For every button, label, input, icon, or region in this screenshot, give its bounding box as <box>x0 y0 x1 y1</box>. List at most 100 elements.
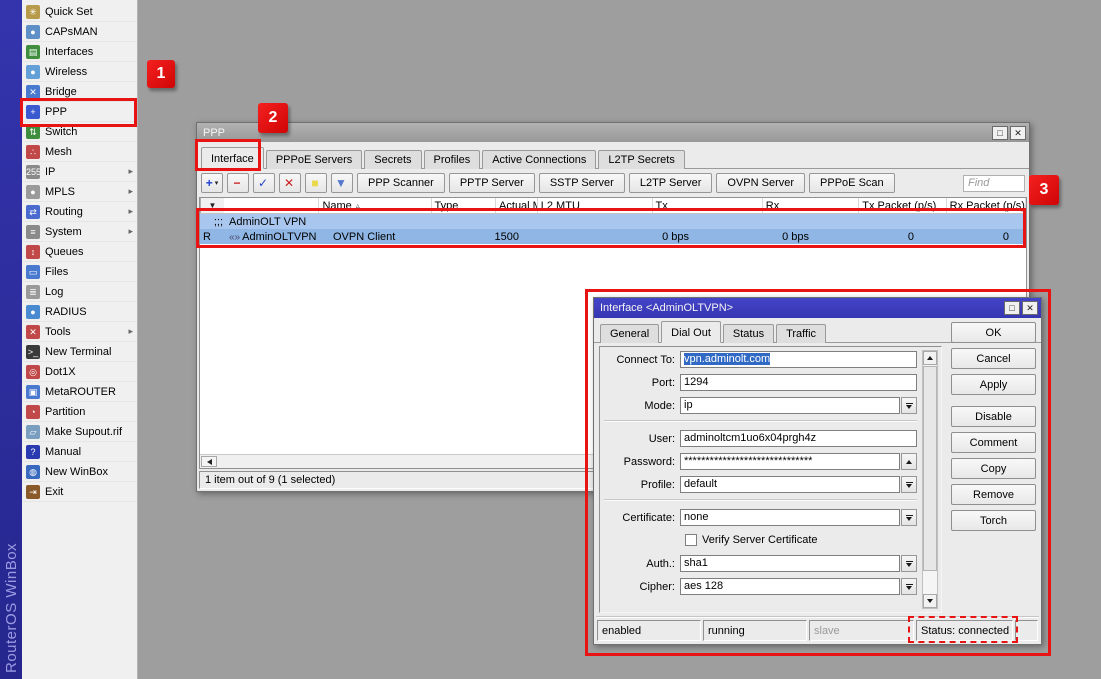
dropdown-arrow-icon[interactable] <box>901 509 917 526</box>
ppp-tab[interactable]: L2TP Secrets <box>598 150 684 169</box>
toolbar-button[interactable]: OVPN Server <box>716 173 805 193</box>
dialog-button[interactable]: Disable <box>951 406 1036 427</box>
connect-to-input[interactable]: vpn.adminolt.com <box>680 351 917 368</box>
ppp-tab[interactable]: Interface <box>201 147 264 169</box>
sidebar-item[interactable]: ● MPLS ▸ <box>22 182 137 202</box>
sidebar-item-label: Switch <box>45 126 123 138</box>
dialog-button[interactable]: Cancel <box>951 348 1036 369</box>
dialog-button[interactable]: Copy <box>951 458 1036 479</box>
close-icon[interactable]: ✕ <box>1010 126 1026 140</box>
maximize-icon[interactable]: □ <box>992 126 1008 140</box>
dialog-button[interactable]: Torch <box>951 510 1036 531</box>
vertical-scrollbar[interactable] <box>922 350 938 609</box>
sidebar-item[interactable]: + PPP <box>22 102 137 122</box>
dropdown-arrow-icon[interactable] <box>901 397 917 414</box>
ppp-tab[interactable]: Active Connections <box>482 150 596 169</box>
sidebar-item[interactable]: ▭ Files <box>22 262 137 282</box>
dialog-tab[interactable]: Dial Out <box>661 321 721 343</box>
sidebar-item[interactable]: ≡ System ▸ <box>22 222 137 242</box>
submenu-arrow-icon: ▸ <box>123 186 133 197</box>
ppp-tab[interactable]: Secrets <box>364 150 421 169</box>
dialog-button[interactable]: OK <box>951 322 1036 343</box>
add-icon[interactable]: + ▾ <box>201 173 223 193</box>
dropdown-arrow-icon[interactable] <box>901 578 917 595</box>
ppp-tab[interactable]: Profiles <box>424 150 481 169</box>
sidebar-item[interactable]: ⇄ Routing ▸ <box>22 202 137 222</box>
auth-select[interactable]: sha1 <box>680 555 900 572</box>
dialog-tab[interactable]: Traffic <box>776 324 826 343</box>
dropdown-arrow-icon[interactable] <box>901 476 917 493</box>
comment-icon[interactable]: ■ <box>305 173 327 193</box>
dialog-title-bar[interactable]: Interface <AdminOLTVPN> □ ✕ <box>594 298 1041 318</box>
column-header[interactable]: Rx Packet (p/s) <box>947 198 1026 213</box>
column-header[interactable] <box>224 198 320 213</box>
maximize-icon[interactable]: □ <box>1004 301 1020 315</box>
toolbar-button[interactable]: PPP Scanner <box>357 173 445 193</box>
remove-icon[interactable]: − <box>227 173 249 193</box>
column-header[interactable]: Type <box>432 198 497 213</box>
mode-select[interactable]: ip <box>680 397 900 414</box>
toolbar-button[interactable]: PPPoE Scan <box>809 173 895 193</box>
scroll-left-icon[interactable] <box>201 456 217 467</box>
column-picker-icon[interactable]: ▼ <box>200 198 224 213</box>
enable-icon[interactable]: ✓ <box>253 173 275 193</box>
table-row[interactable]: R «»AdminOLTVPN OVPN Client 1500 0 bps 0… <box>200 229 1026 244</box>
column-header[interactable]: Rx <box>763 198 860 213</box>
collapse-arrow-icon[interactable] <box>901 453 917 470</box>
column-header[interactable]: Tx <box>653 198 763 213</box>
disable-icon[interactable]: ✕ <box>279 173 301 193</box>
password-input[interactable]: ****************************** <box>680 453 900 470</box>
sidebar-item[interactable]: >_ New Terminal <box>22 342 137 362</box>
sidebar-item[interactable]: ⇥ Exit <box>22 482 137 502</box>
sidebar-item[interactable]: ✕ Tools ▸ <box>22 322 137 342</box>
sidebar-item[interactable]: ≣ Log <box>22 282 137 302</box>
dropdown-arrow-icon[interactable] <box>901 555 917 572</box>
ppp-title-bar[interactable]: PPP □ ✕ <box>197 123 1029 142</box>
column-header[interactable]: Actual MTU <box>496 198 538 213</box>
user-input[interactable]: adminoltcm1uo6x04prgh4z <box>680 430 917 447</box>
sidebar-item[interactable]: ? Manual <box>22 442 137 462</box>
toolbar-button[interactable]: SSTP Server <box>539 173 625 193</box>
comment-text: AdminOLT VPN <box>226 216 309 228</box>
filter-icon[interactable]: ▼ <box>331 173 353 193</box>
profile-select[interactable]: default <box>680 476 900 493</box>
dialog-tab[interactable]: General <box>600 324 659 343</box>
ppp-tab[interactable]: PPPoE Servers <box>266 150 362 169</box>
toolbar-button[interactable]: PPTP Server <box>449 173 535 193</box>
comment-row[interactable]: ;;; AdminOLT VPN <box>200 214 1026 229</box>
sidebar-item[interactable]: ● Wireless <box>22 62 137 82</box>
column-header[interactable]: Name ▵ <box>319 198 431 213</box>
sidebar-item[interactable]: ✳ Quick Set <box>22 2 137 22</box>
row-actual-mtu: 1500 <box>452 231 522 243</box>
find-input[interactable] <box>963 175 1025 192</box>
sidebar-item[interactable]: ✕ Bridge <box>22 82 137 102</box>
sidebar-item[interactable]: ↕ Queues <box>22 242 137 262</box>
sidebar-item[interactable]: ▱ Make Supout.rif <box>22 422 137 442</box>
scroll-down-icon[interactable] <box>923 594 937 608</box>
certificate-select[interactable]: none <box>680 509 900 526</box>
dialog-button[interactable]: Comment <box>951 432 1036 453</box>
sidebar-item[interactable]: 255 IP ▸ <box>22 162 137 182</box>
verify-server-certificate-checkbox[interactable] <box>685 534 697 546</box>
sidebar-item[interactable]: ● CAPsMAN <box>22 22 137 42</box>
sidebar-item[interactable]: ∴ Mesh <box>22 142 137 162</box>
dialog-tab[interactable]: Status <box>723 324 774 343</box>
scroll-up-icon[interactable] <box>923 351 937 365</box>
column-header[interactable]: Tx Packet (p/s) <box>859 198 946 213</box>
sidebar-item[interactable]: ▣ MetaROUTER <box>22 382 137 402</box>
sidebar-item[interactable]: ◍ New WinBox <box>22 462 137 482</box>
sidebar-item[interactable]: ▤ Interfaces <box>22 42 137 62</box>
port-input[interactable]: 1294 <box>680 374 917 391</box>
dialog-button-label: Cancel <box>976 353 1010 365</box>
sidebar-item[interactable]: ● RADIUS <box>22 302 137 322</box>
sidebar-item[interactable]: ◔ Partition <box>22 402 137 422</box>
dialog-button[interactable]: Remove <box>951 484 1036 505</box>
dialog-button[interactable]: Apply <box>951 374 1036 395</box>
toolbar-button[interactable]: L2TP Server <box>629 173 713 193</box>
column-header[interactable]: L2 MTU <box>538 198 653 213</box>
close-icon[interactable]: ✕ <box>1022 301 1038 315</box>
sidebar-item[interactable]: ⇅ Switch <box>22 122 137 142</box>
cipher-select[interactable]: aes 128 <box>680 578 900 595</box>
scrollbar-thumb[interactable] <box>923 366 937 571</box>
sidebar-item[interactable]: ◎ Dot1X <box>22 362 137 382</box>
